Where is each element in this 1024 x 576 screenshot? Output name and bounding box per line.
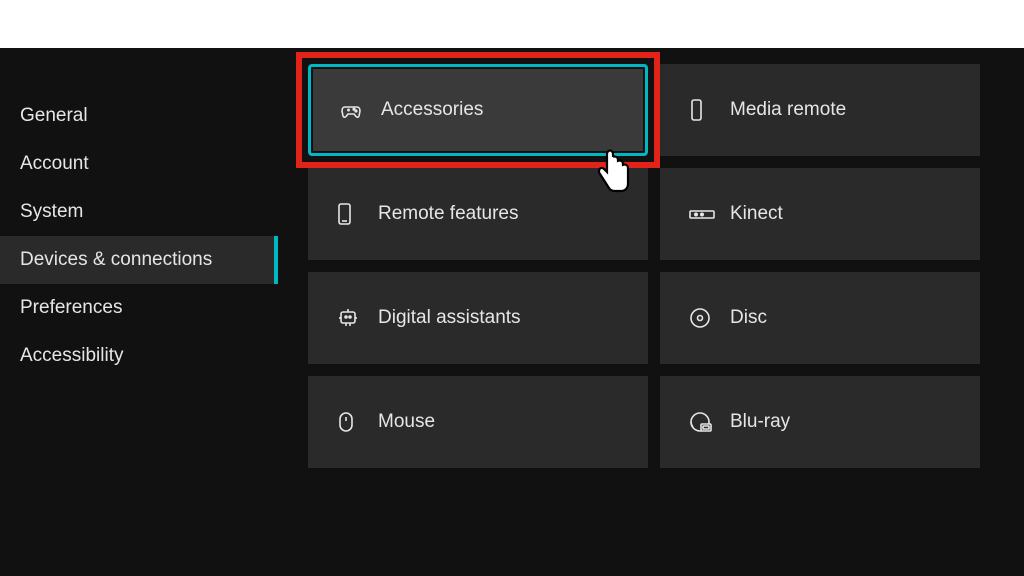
tile-label: Blu-ray bbox=[730, 411, 790, 433]
sidebar-item-label: Preferences bbox=[20, 297, 122, 319]
sidebar-item-label: Devices & connections bbox=[20, 249, 212, 271]
settings-window: General Account System Devices & connect… bbox=[0, 48, 1024, 576]
blu-ray-icon bbox=[688, 410, 724, 434]
sidebar-item-label: Accessibility bbox=[20, 345, 123, 367]
tile-disc[interactable]: Disc bbox=[660, 272, 980, 364]
remote-icon bbox=[688, 98, 724, 122]
tile-remote-features[interactable]: Remote features bbox=[308, 168, 648, 260]
sidebar-item-preferences[interactable]: Preferences bbox=[0, 284, 278, 332]
controller-icon bbox=[339, 98, 375, 122]
tile-mouse[interactable]: Mouse bbox=[308, 376, 648, 468]
tiles-grid: Accessories Media remote bbox=[308, 64, 1024, 468]
phone-icon bbox=[336, 202, 372, 226]
tile-label: Digital assistants bbox=[378, 307, 521, 329]
sidebar-item-system[interactable]: System bbox=[0, 188, 278, 236]
tile-accessories[interactable]: Accessories bbox=[308, 64, 648, 156]
tile-blu-ray[interactable]: Blu-ray bbox=[660, 376, 980, 468]
sidebar-item-label: Account bbox=[20, 153, 89, 175]
tile-label: Accessories bbox=[381, 99, 483, 121]
settings-main: Accessories Media remote bbox=[278, 48, 1024, 576]
tile-label: Disc bbox=[730, 307, 767, 329]
settings-sidebar: General Account System Devices & connect… bbox=[0, 48, 278, 576]
tile-media-remote[interactable]: Media remote bbox=[660, 64, 980, 156]
kinect-icon bbox=[688, 202, 724, 226]
tile-digital-assistants[interactable]: Digital assistants bbox=[308, 272, 648, 364]
tile-label: Mouse bbox=[378, 411, 435, 433]
assistant-icon bbox=[336, 306, 372, 330]
tile-label: Media remote bbox=[730, 99, 846, 121]
sidebar-item-account[interactable]: Account bbox=[0, 140, 278, 188]
annotation-highlight: Accessories bbox=[296, 52, 660, 168]
tile-label: Remote features bbox=[378, 203, 518, 225]
tile-label: Kinect bbox=[730, 203, 783, 225]
sidebar-item-label: System bbox=[20, 201, 83, 223]
tile-kinect[interactable]: Kinect bbox=[660, 168, 980, 260]
sidebar-item-label: General bbox=[20, 105, 88, 127]
sidebar-item-devices-connections[interactable]: Devices & connections bbox=[0, 236, 278, 284]
disc-icon bbox=[688, 306, 724, 330]
mouse-icon bbox=[336, 410, 372, 434]
sidebar-item-general[interactable]: General bbox=[0, 92, 278, 140]
sidebar-item-accessibility[interactable]: Accessibility bbox=[0, 332, 278, 380]
